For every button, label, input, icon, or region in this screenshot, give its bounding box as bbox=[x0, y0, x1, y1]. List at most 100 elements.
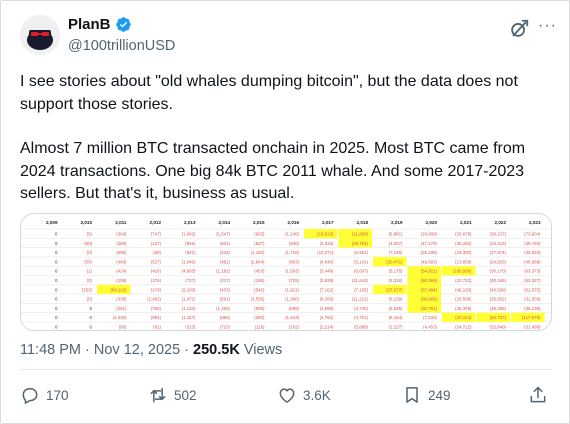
table-cell: (24,503) bbox=[490, 259, 507, 264]
table-cell: (6,561) bbox=[354, 250, 368, 255]
table-cell: (20,471) bbox=[386, 259, 403, 264]
table-cell: (39,760) bbox=[524, 241, 541, 246]
table-cell: (25,188) bbox=[421, 250, 438, 255]
divider bbox=[20, 369, 552, 370]
table-cell: (253) bbox=[82, 287, 93, 292]
tweet-text-line: I see stories about "old whales dumping … bbox=[20, 73, 518, 90]
tweet-card: PlanB @100trillionUSD ··· I see stories … bbox=[0, 0, 570, 424]
table-cell: (4,640) bbox=[320, 259, 334, 264]
table-cell: (4,453) bbox=[423, 325, 437, 330]
table-cell: 0 bbox=[55, 250, 58, 255]
table-cell: (22,124) bbox=[455, 315, 472, 320]
table-cell: (16,809) bbox=[421, 232, 438, 237]
table-cell: (727) bbox=[185, 278, 196, 283]
table-cell: (30,751) bbox=[421, 306, 438, 311]
table-cell: (18,506) bbox=[455, 297, 472, 302]
share-button[interactable] bbox=[528, 385, 548, 405]
reply-button[interactable]: 170 bbox=[20, 385, 69, 405]
table-cell: (11,221) bbox=[352, 297, 369, 302]
table-cell: (501) bbox=[220, 241, 231, 246]
tweet-time[interactable]: 11:48 PM bbox=[20, 342, 81, 358]
table-cell: (317) bbox=[220, 278, 231, 283]
bookmark-icon bbox=[406, 387, 418, 403]
table-cell: (27,677) bbox=[386, 287, 403, 292]
table-cell: (68) bbox=[153, 250, 161, 255]
repost-icon bbox=[150, 387, 166, 403]
tweet-media[interactable]: 2,009 2,010 2,011 2,012 2,013 2,014 2,015 2,016… bbox=[20, 213, 552, 331]
table-cell: (6,697) bbox=[354, 269, 368, 274]
table-cell: (4,745) bbox=[354, 306, 368, 311]
table-cell: (27,974) bbox=[490, 250, 507, 255]
table-cell: (288) bbox=[116, 241, 127, 246]
table-cell: (30,292) bbox=[455, 241, 472, 246]
table-cell: (1,643) bbox=[285, 315, 299, 320]
column-header: 2,009 bbox=[46, 220, 58, 225]
table-cell: (3,556) bbox=[251, 297, 265, 302]
table-cell: (360) bbox=[254, 315, 265, 320]
column-header: 2,016 bbox=[288, 220, 300, 225]
table-cell: (84,110) bbox=[110, 287, 127, 292]
table-cell: (1,465) bbox=[216, 306, 230, 311]
table-cell: (4,701) bbox=[354, 315, 368, 320]
table-cell: (424) bbox=[116, 269, 127, 274]
table-cell: (7,155) bbox=[354, 287, 368, 292]
table-cell: (162) bbox=[289, 325, 300, 330]
table-cell: (11,808) bbox=[352, 232, 369, 237]
table-cell: (10,271) bbox=[317, 250, 334, 255]
repost-button[interactable]: 502 bbox=[148, 385, 197, 405]
table-cell: (2,214) bbox=[320, 325, 334, 330]
table-cell: (884) bbox=[151, 315, 162, 320]
table-cell: (1,182) bbox=[251, 250, 265, 255]
author-handle[interactable]: @100trillionUSD bbox=[68, 38, 175, 54]
avatar[interactable] bbox=[20, 15, 60, 55]
like-button[interactable]: 3.6K bbox=[277, 385, 331, 405]
table-cell: (3,333) bbox=[320, 241, 334, 246]
author-name-row[interactable]: PlanB bbox=[68, 16, 132, 33]
table-cell: (5,889) bbox=[354, 325, 368, 330]
grok-icon[interactable] bbox=[508, 18, 530, 40]
table-cell: (6,139) bbox=[389, 297, 403, 302]
table-cell: (7,162) bbox=[320, 287, 334, 292]
tweet-text-line: Almost 7 million BTC transacted onchain … bbox=[20, 140, 526, 157]
table-cell: (4,683) bbox=[182, 269, 196, 274]
table-cell: (7,146) bbox=[389, 250, 403, 255]
bookmark-button[interactable]: 249 bbox=[402, 385, 451, 405]
column-header: 2,017 bbox=[322, 220, 334, 225]
table-cell: (4,762) bbox=[320, 315, 334, 320]
table-cell: (54,921) bbox=[421, 269, 438, 274]
table-cell: 0 bbox=[55, 241, 58, 246]
table-cell: (453) bbox=[254, 269, 265, 274]
table-cell: (696) bbox=[116, 250, 127, 255]
table-cell: (6,260) bbox=[320, 297, 334, 302]
table-cell: (24,712) bbox=[455, 325, 472, 330]
column-header: 2,019 bbox=[391, 220, 403, 225]
table-cell: (50) bbox=[84, 259, 92, 264]
table-cell: (1,082) bbox=[182, 232, 196, 237]
table-cell: (36,136) bbox=[524, 306, 541, 311]
table-cell: (7,533) bbox=[423, 315, 437, 320]
table-cell: (1,471) bbox=[182, 297, 196, 302]
table-cell: 0 bbox=[90, 325, 93, 330]
tweet-timestamp: 11:48 PM · Nov 12, 2025 · 250.5K Views bbox=[20, 342, 282, 358]
table-cell: (0) bbox=[87, 278, 93, 283]
author-name[interactable]: PlanB bbox=[68, 16, 111, 33]
table-cell: (30,933) bbox=[524, 250, 541, 255]
table-cell: (1,427) bbox=[182, 315, 196, 320]
table-cell: 0 bbox=[55, 315, 58, 320]
table-cell: (803) bbox=[289, 259, 300, 264]
table-cell: (276) bbox=[151, 278, 162, 283]
tweet-text-line: sellers. But that's it, business as usua… bbox=[20, 185, 295, 202]
table-cell: 0 bbox=[55, 232, 58, 237]
table-cell: (433) bbox=[220, 250, 231, 255]
table-cell: (4,057) bbox=[389, 241, 403, 246]
tweet-date[interactable]: Nov 12, 2025 bbox=[94, 342, 180, 358]
table-cell: (36,170) bbox=[490, 269, 507, 274]
column-header: 2,012 bbox=[150, 220, 162, 225]
table-cell: (20,678) bbox=[455, 232, 472, 237]
more-options-icon[interactable]: ··· bbox=[538, 17, 557, 35]
table-cell: (723) bbox=[220, 325, 231, 330]
table-cell: (13,858) bbox=[455, 259, 472, 264]
table-cell: (179) bbox=[151, 287, 162, 292]
column-header: 2,018 bbox=[357, 220, 369, 225]
table-cell: (691) bbox=[220, 297, 231, 302]
